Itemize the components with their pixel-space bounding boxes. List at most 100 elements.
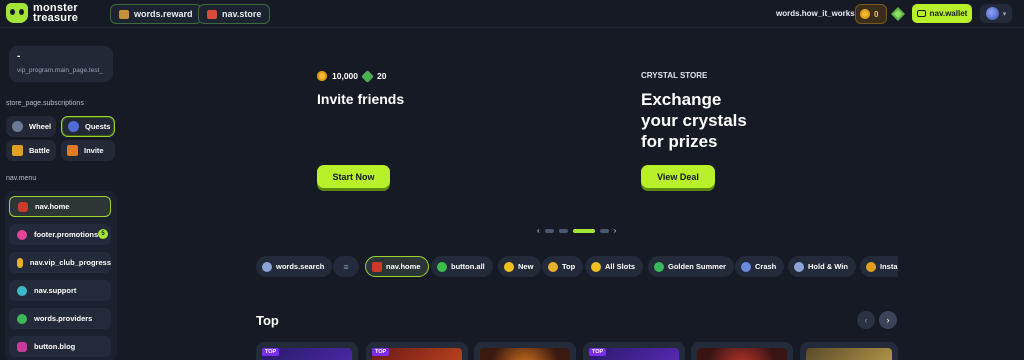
- menu-item-providers[interactable]: words.providers: [9, 308, 111, 329]
- menu-label: nav.menu: [6, 175, 37, 182]
- chevron-left-icon: ‹: [864, 315, 868, 325]
- menu-item-blog[interactable]: button.blog: [9, 336, 111, 357]
- vip-level: -: [17, 51, 21, 62]
- subscriptions-label: store_page.subscriptions: [6, 100, 84, 107]
- crystal-icon: [361, 69, 374, 83]
- profile-menu-button[interactable]: ▾: [980, 4, 1012, 23]
- chip-hold-win[interactable]: Hold & Win: [788, 256, 856, 277]
- wheel-button[interactable]: Wheel: [6, 116, 56, 137]
- store-icon: [207, 9, 217, 19]
- carousel-prev-icon[interactable]: ‹: [537, 226, 540, 235]
- home-icon: [18, 201, 28, 212]
- top-badge: TOP: [262, 348, 280, 356]
- home-icon: [372, 261, 382, 272]
- section-next-button[interactable]: ›: [879, 311, 897, 329]
- chest-icon: [119, 9, 129, 19]
- avatar: [985, 7, 999, 20]
- carousel-dot[interactable]: [544, 228, 554, 233]
- wallet-button[interactable]: nav.wallet: [912, 4, 972, 23]
- game-thumbnail: [480, 348, 570, 360]
- game-card[interactable]: TOP: [583, 342, 685, 360]
- search-icon: [262, 261, 272, 272]
- quests-button[interactable]: Quests: [61, 116, 115, 137]
- wallet-icon: [916, 10, 926, 17]
- menu-item-home[interactable]: nav.home: [9, 196, 111, 217]
- filter-chip[interactable]: ≡: [333, 256, 359, 277]
- invite-title: Invite friends: [317, 91, 405, 107]
- section-prev-button[interactable]: ‹: [857, 311, 875, 329]
- star-icon: [591, 261, 601, 272]
- start-now-button[interactable]: Start Now: [317, 165, 390, 188]
- vip-text: vip_program.main_page.test_: [17, 67, 103, 74]
- coin-balance[interactable]: 0: [855, 4, 887, 24]
- wheel-icon: [12, 121, 23, 132]
- invite-gems: 20: [377, 71, 387, 81]
- chip-new[interactable]: New: [498, 256, 542, 277]
- rewards-button[interactable]: words.reward: [110, 4, 202, 24]
- section-title-top: Top: [256, 313, 279, 328]
- medal-icon: [866, 261, 876, 272]
- swords-icon: [794, 261, 804, 272]
- invite-reward-meta: 10,000 20: [317, 69, 387, 83]
- menu-item-promotions[interactable]: footer.promotions 5: [9, 224, 111, 245]
- top-badge: TOP: [372, 348, 390, 356]
- filter-icon: ≡: [343, 261, 349, 272]
- promotions-badge: 5: [98, 229, 108, 239]
- logo-text-line2: treasure: [33, 12, 79, 24]
- category-chips: words.search ≡ nav.home button.all New T…: [256, 250, 898, 284]
- gift-icon: [17, 229, 27, 240]
- game-card[interactable]: TOP: [256, 342, 358, 360]
- game-card[interactable]: [691, 342, 793, 360]
- crystal-store-title: Exchange your crystals for prizes: [641, 90, 747, 151]
- menu-item-support[interactable]: nav.support: [9, 280, 111, 301]
- menu-item-vip-club[interactable]: nav.vip_club_progress: [9, 252, 111, 273]
- view-deal-button[interactable]: View Deal: [641, 165, 715, 188]
- chip-golden-summer[interactable]: Golden Summer: [648, 256, 734, 277]
- rocket-icon: [741, 261, 751, 272]
- trophy-icon: [12, 145, 23, 156]
- chip-crash[interactable]: Crash: [735, 256, 785, 277]
- carousel-dot[interactable]: [558, 228, 568, 233]
- chip-all-slots[interactable]: All Slots: [585, 256, 644, 277]
- vip-progress-card[interactable]: - vip_program.main_page.test_: [9, 46, 113, 82]
- leaf-icon: [654, 261, 664, 272]
- chip-instant[interactable]: Instan: [860, 256, 898, 277]
- blog-icon: [17, 341, 27, 352]
- bolt-icon: [504, 261, 514, 272]
- chip-top[interactable]: Top: [542, 256, 584, 277]
- carousel-dot-active[interactable]: [572, 228, 595, 233]
- chevron-right-icon: ›: [886, 315, 890, 325]
- crown-icon: [17, 257, 23, 268]
- crystal-icon[interactable]: [890, 6, 906, 22]
- star-icon: [437, 261, 447, 272]
- carousel-dot[interactable]: [599, 228, 609, 233]
- invite-coins: 10,000: [332, 71, 358, 81]
- monster-logo-icon: [6, 3, 28, 23]
- invite-button[interactable]: Invite: [61, 140, 115, 161]
- clover-icon: [17, 313, 27, 324]
- rewards-label: words.reward: [134, 9, 193, 19]
- crystal-store-eyebrow: CRYSTAL STORE: [641, 71, 708, 80]
- chevron-down-icon: ▾: [1002, 10, 1007, 18]
- carousel-pagination: ‹ ›: [537, 226, 616, 235]
- logo[interactable]: monster treasure: [6, 3, 79, 24]
- how-it-works-link[interactable]: words.how_it_works: [776, 9, 855, 18]
- battle-button[interactable]: Battle: [6, 140, 56, 161]
- crown-icon: [548, 261, 558, 272]
- game-thumbnail: [697, 348, 787, 360]
- search-chip[interactable]: words.search: [256, 256, 333, 277]
- game-thumbnail: [806, 348, 892, 360]
- store-button[interactable]: nav.store: [198, 4, 271, 24]
- wallet-label: nav.wallet: [929, 9, 968, 18]
- coin-icon: [317, 71, 327, 81]
- game-card[interactable]: [800, 342, 898, 360]
- chip-home[interactable]: nav.home: [365, 256, 430, 277]
- invite-icon: [67, 145, 78, 156]
- coin-icon: [860, 9, 870, 19]
- chip-all[interactable]: button.all: [431, 256, 493, 277]
- store-label: nav.store: [222, 9, 262, 19]
- game-card[interactable]: [474, 342, 576, 360]
- game-card[interactable]: TOP: [366, 342, 468, 360]
- carousel-next-icon[interactable]: ›: [614, 226, 617, 235]
- support-icon: [17, 285, 27, 296]
